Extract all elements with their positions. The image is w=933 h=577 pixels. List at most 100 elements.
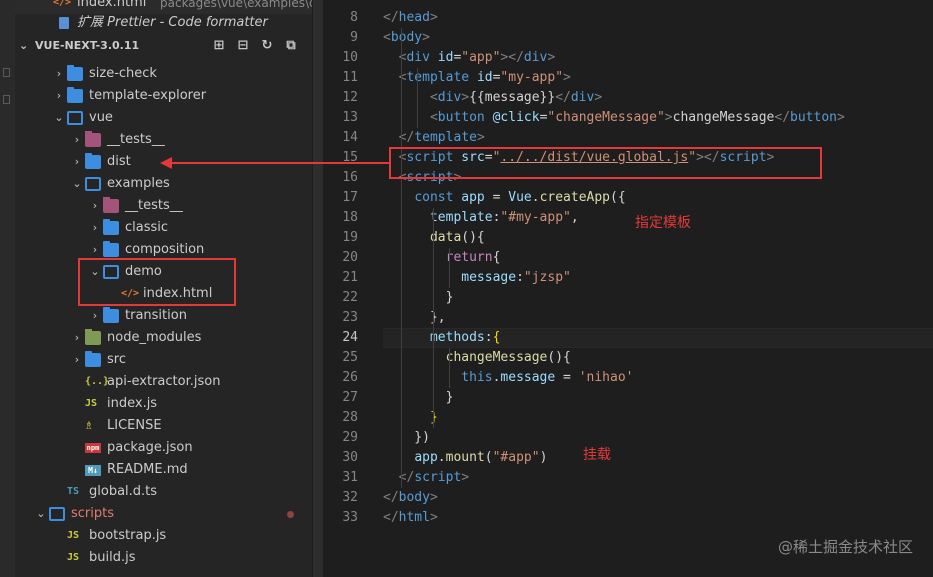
- activity-icon[interactable]: [3, 68, 10, 77]
- extension-file-icon: [59, 17, 69, 29]
- indent-guide: [401, 28, 402, 488]
- tree-folder-item[interactable]: › template-explorer: [15, 85, 312, 107]
- chevron-right-icon[interactable]: ›: [89, 217, 101, 239]
- project-title: VUE-NEXT-3.0.11: [35, 39, 140, 52]
- chevron-right-icon[interactable]: ›: [89, 195, 101, 217]
- refresh-icon[interactable]: ↻: [260, 35, 274, 57]
- tree-item-label: LICENSE: [107, 418, 162, 433]
- code-line: app.mount("#app"): [414, 450, 548, 465]
- tree-folder-item[interactable]: › __tests__: [15, 195, 312, 217]
- demo-folder-highlight-box: [78, 258, 236, 306]
- arrow-head-icon: [160, 157, 172, 169]
- chevron-right-icon[interactable]: ›: [71, 129, 83, 151]
- line-number: 26: [342, 370, 358, 385]
- tree-folder-item[interactable]: ⌄ examples: [15, 173, 312, 195]
- open-editor-item[interactable]: 扩展 Prettier - Code formatter: [15, 12, 312, 34]
- line-number: 20: [342, 250, 358, 265]
- tests-folder-icon: [103, 197, 119, 213]
- tree-file-item[interactable]: JS bootstrap.js: [15, 525, 312, 547]
- tree-file-item[interactable]: JS index.js: [15, 393, 312, 415]
- line-number: 22: [342, 290, 358, 305]
- code-line: changeMessage(){: [445, 350, 571, 365]
- watermark: @稀土掘金技术社区: [777, 538, 913, 556]
- code-line: <body>: [383, 30, 430, 45]
- code-line: }: [383, 290, 454, 305]
- code-editor[interactable]: 8 9 10 11 12 13 14 15 16 17 18 19 20 21 22 23 24 25 26 27 28…: [323, 0, 933, 577]
- tree-file-item[interactable]: {..} api-extractor.json: [15, 371, 312, 393]
- line-number: 25: [342, 350, 358, 365]
- tree-file-item[interactable]: JS build.js: [15, 547, 312, 569]
- tree-item-label: dist: [107, 154, 131, 169]
- tree-file-item[interactable]: M↓ README.md: [15, 459, 312, 481]
- line-number: 12: [342, 90, 358, 105]
- code-line: <template id="my-app">: [398, 70, 571, 85]
- new-folder-icon[interactable]: ⊟: [236, 35, 250, 57]
- tree-item-label: __tests__: [125, 198, 183, 213]
- line-number: 31: [342, 470, 358, 485]
- folder-open-icon: [49, 507, 65, 521]
- tree-item-label: api-extractor.json: [107, 374, 221, 389]
- folder-icon: [103, 219, 119, 235]
- code-line: </html>: [383, 510, 438, 525]
- chevron-right-icon[interactable]: ›: [89, 305, 101, 327]
- tree-file-item[interactable]: ♗ LICENSE: [15, 415, 312, 437]
- tests-folder-icon: [85, 131, 101, 147]
- activity-icon[interactable]: [3, 95, 10, 104]
- folder-open-icon: [85, 177, 101, 191]
- line-number: 14: [342, 130, 358, 145]
- code-line: this.message = 'nihao': [461, 370, 634, 385]
- tree-item-label: scripts: [71, 506, 114, 521]
- chevron-down-icon: ⌄: [19, 39, 29, 52]
- code-line: </head>: [383, 10, 438, 25]
- chevron-right-icon[interactable]: ›: [53, 63, 65, 85]
- javascript-file-icon: JS: [67, 530, 80, 541]
- tree-folder-item[interactable]: › size-check: [15, 63, 312, 85]
- line-number: 8: [350, 10, 358, 25]
- code-line: <div>{{message}}</div>: [429, 90, 603, 105]
- javascript-file-icon: JS: [85, 398, 98, 409]
- tree-folder-item[interactable]: › src: [15, 349, 312, 371]
- indent-guide: [449, 348, 450, 388]
- chevron-down-icon[interactable]: ⌄: [35, 503, 47, 525]
- tree-folder-item[interactable]: ⌄ scripts: [15, 503, 312, 525]
- template-annotation: 指定模板: [635, 215, 691, 231]
- tree-file-item[interactable]: TS global.d.ts: [15, 481, 312, 503]
- line-number: 33: [342, 510, 358, 525]
- line-number: 27: [342, 390, 358, 405]
- tree-item-label: build.js: [89, 550, 136, 565]
- chevron-right-icon[interactable]: ›: [71, 349, 83, 371]
- typescript-file-icon: TS: [67, 486, 80, 497]
- code-line: template:"#my-app",: [429, 210, 579, 225]
- npm-package-icon: npm: [85, 443, 101, 453]
- tree-folder-item[interactable]: › classic: [15, 217, 312, 239]
- tree-item-label: global.d.ts: [89, 484, 158, 499]
- annotation-arrow: [172, 162, 389, 164]
- tree-folder-item[interactable]: › __tests__: [15, 129, 312, 151]
- explorer-section-header[interactable]: ⌄ VUE-NEXT-3.0.11 ⊞ ⊟ ↻ ⧉: [15, 35, 312, 57]
- open-editor-label: 扩展 Prettier - Code formatter: [77, 15, 268, 30]
- code-line: </template>: [398, 130, 485, 145]
- tree-folder-item[interactable]: › transition: [15, 305, 312, 327]
- chevron-down-icon[interactable]: ⌄: [71, 173, 83, 195]
- chevron-right-icon[interactable]: ›: [71, 151, 83, 173]
- chevron-right-icon[interactable]: ›: [71, 327, 83, 349]
- tree-folder-item[interactable]: › node_modules: [15, 327, 312, 349]
- javascript-file-icon: JS: [67, 552, 80, 563]
- indent-guide: [449, 248, 450, 288]
- tree-folder-item[interactable]: ⌄ vue: [15, 107, 312, 129]
- code-line: }: [383, 408, 438, 428]
- chevron-down-icon[interactable]: ⌄: [53, 107, 65, 129]
- collapse-all-icon[interactable]: ⧉: [284, 35, 298, 57]
- tree-item-label: __tests__: [107, 132, 165, 147]
- line-number: 11: [342, 70, 358, 85]
- line-number: 24: [342, 330, 358, 345]
- chevron-right-icon[interactable]: ›: [53, 85, 65, 107]
- tree-item-label: vue: [89, 110, 113, 125]
- tree-file-item[interactable]: npm package.json: [15, 437, 312, 459]
- new-file-icon[interactable]: ⊞: [212, 35, 226, 57]
- line-number: 17: [342, 190, 358, 205]
- node-modules-folder-icon: [85, 329, 101, 345]
- sidebar-scrollbar[interactable]: [313, 0, 323, 577]
- indent-guide: [417, 68, 418, 128]
- folder-icon: [67, 65, 83, 81]
